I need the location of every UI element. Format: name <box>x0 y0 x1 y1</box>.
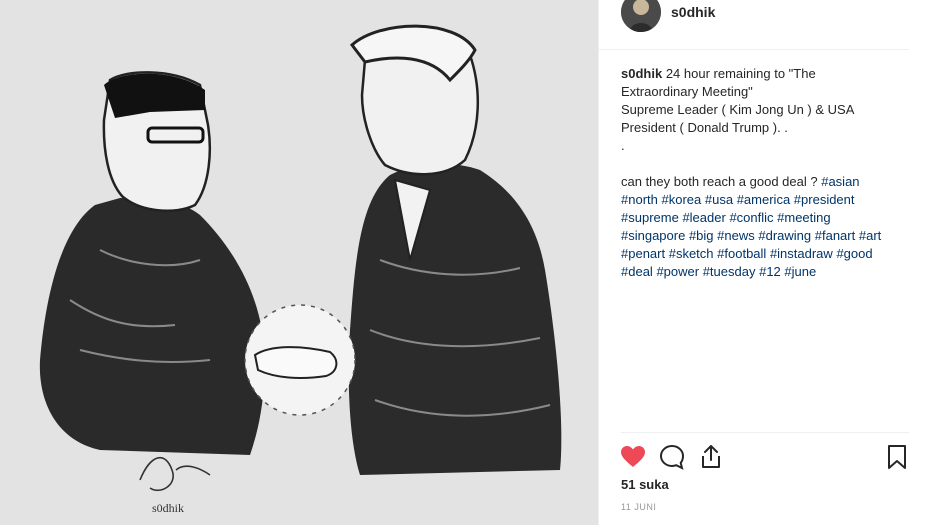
avatar[interactable] <box>621 0 661 32</box>
post-header: s0dhik <box>599 0 909 50</box>
comment-button[interactable] <box>658 443 686 471</box>
sketch-drawing: s0dhik <box>0 0 598 525</box>
caption-hashline-4: #penart #sketch #football #instadraw #go… <box>621 245 888 263</box>
hashtag-link[interactable]: #conflic <box>729 210 773 225</box>
hashtag-link[interactable]: #instadraw <box>770 246 833 261</box>
hashtag-link[interactable]: #sketch <box>669 246 714 261</box>
caption-line-1: s0dhik 24 hour remaining to "The <box>621 65 888 83</box>
instagram-post: s0dhik s0dhik s0dhik 24 hour remaining t… <box>0 0 935 525</box>
like-button[interactable] <box>619 443 647 471</box>
hashtag-link[interactable]: #tuesday <box>703 264 756 279</box>
hashtag-link[interactable]: #good <box>836 246 872 261</box>
hashtag-link[interactable]: #penart <box>621 246 665 261</box>
hashtag-link[interactable]: #president <box>794 192 855 207</box>
hashtag-link[interactable]: #big <box>689 228 714 243</box>
hashtag-link[interactable]: #usa <box>705 192 733 207</box>
caption-hashline-0: can they both reach a good deal ? #asian <box>621 173 888 191</box>
hashtag-link[interactable]: #art <box>859 228 881 243</box>
like-count[interactable]: 51 suka <box>621 477 669 492</box>
comment-icon <box>659 444 685 470</box>
caption-hashline-1: #north #korea #usa #america #president <box>621 191 888 209</box>
hashtag-link[interactable]: #america <box>737 192 790 207</box>
hashtag-link[interactable]: #drawing <box>758 228 811 243</box>
caption-gap <box>621 155 888 173</box>
bookmark-icon <box>888 445 906 469</box>
post-image[interactable]: s0dhik <box>0 0 598 525</box>
post-sidebar: s0dhik s0dhik 24 hour remaining to "The … <box>598 0 935 525</box>
caption-text-2: Extraordinary Meeting" <box>621 84 753 99</box>
hashtag-link[interactable]: #june <box>784 264 816 279</box>
caption-hashline-5: #deal #power #tuesday #12 #june <box>621 263 888 281</box>
hashtag-link[interactable]: #12 <box>759 264 781 279</box>
heart-icon <box>621 446 645 467</box>
hashtag-link[interactable]: #supreme <box>621 210 679 225</box>
hashtag-link[interactable]: #fanart <box>815 228 855 243</box>
caption-question: can they both reach a good deal ? <box>621 174 818 189</box>
hashtag-link[interactable]: #meeting <box>777 210 830 225</box>
hashtag-link[interactable]: #korea <box>662 192 702 207</box>
hashtag-link[interactable]: #power <box>656 264 699 279</box>
post-username[interactable]: s0dhik <box>671 4 715 20</box>
caption-username[interactable]: s0dhik <box>621 66 662 81</box>
caption-text-4: President ( Donald Trump ). . <box>621 120 788 135</box>
caption-hashline-3: #singapore #big #news #drawing #fanart #… <box>621 227 888 245</box>
hashtag-link[interactable]: #north <box>621 192 658 207</box>
caption-text-5: . <box>621 138 625 153</box>
share-button[interactable] <box>697 443 725 471</box>
save-button[interactable] <box>883 443 911 471</box>
hashtag-link[interactable]: #asian <box>821 174 859 189</box>
hashtag-link[interactable]: #football <box>717 246 766 261</box>
post-caption: s0dhik 24 hour remaining to "The Extraor… <box>599 50 914 281</box>
hashtag-link[interactable]: #leader <box>682 210 725 225</box>
caption-text-3: Supreme Leader ( Kim Jong Un ) & USA <box>621 102 855 117</box>
caption-text-1: 24 hour remaining to "The <box>665 66 816 81</box>
hashtag-link[interactable]: #news <box>717 228 755 243</box>
caption-hashline-2: #supreme #leader #conflic #meeting <box>621 209 888 227</box>
avatar-image <box>621 0 661 32</box>
hashtag-link[interactable]: #singapore <box>621 228 685 243</box>
share-icon <box>702 445 720 468</box>
post-actions <box>621 432 909 482</box>
signature-text: s0dhik <box>152 501 184 515</box>
hashtag-link[interactable]: #deal <box>621 264 653 279</box>
post-date[interactable]: 11 JUNI <box>621 502 656 512</box>
